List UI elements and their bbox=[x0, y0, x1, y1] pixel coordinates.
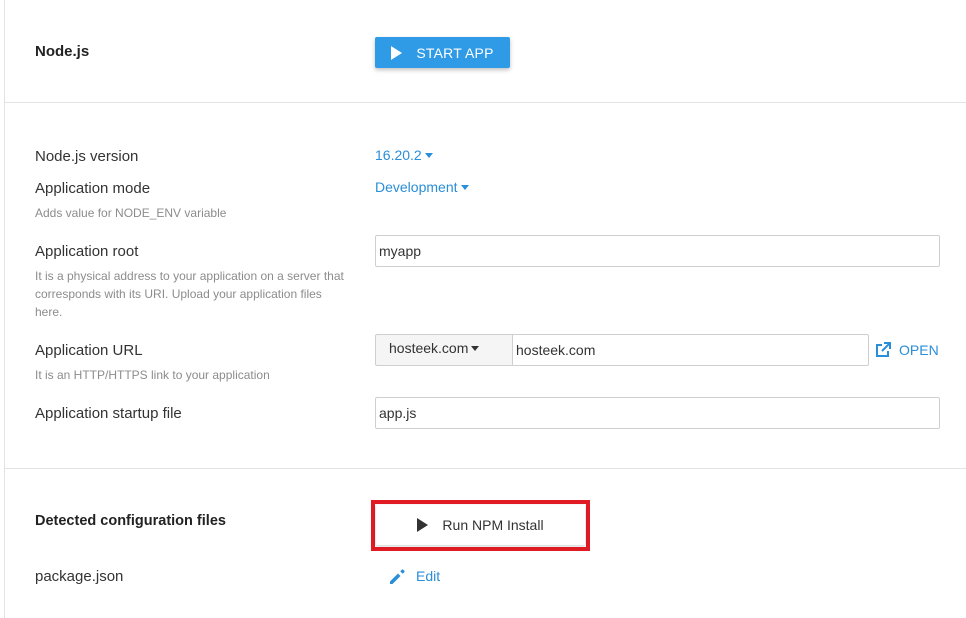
version-dropdown[interactable]: 16.20.2 bbox=[375, 147, 433, 163]
domain-dropdown[interactable]: hosteek.com bbox=[375, 334, 513, 366]
version-value: 16.20.2 bbox=[375, 147, 422, 163]
section-divider bbox=[4, 102, 966, 103]
root-hint: It is a physical address to your applica… bbox=[35, 269, 344, 319]
mode-hint: Adds value for NODE_ENV variable bbox=[35, 206, 227, 220]
play-icon bbox=[391, 45, 403, 60]
root-input[interactable]: myapp bbox=[375, 235, 940, 267]
config-file-name: package.json bbox=[35, 568, 124, 585]
play-icon bbox=[417, 518, 429, 532]
url-input[interactable]: hosteek.com bbox=[512, 334, 869, 366]
startup-input-value: app.js bbox=[379, 405, 417, 421]
chevron-down-icon bbox=[460, 184, 469, 190]
chevron-down-icon bbox=[424, 152, 433, 158]
chevron-down-icon bbox=[471, 345, 480, 351]
edit-label: Edit bbox=[416, 568, 441, 584]
section-divider bbox=[4, 468, 966, 469]
url-label: Application URL bbox=[35, 342, 143, 359]
mode-value: Development bbox=[375, 179, 458, 195]
mode-label: Application mode bbox=[35, 180, 151, 197]
url-input-value: hosteek.com bbox=[516, 342, 596, 358]
pencil-icon bbox=[390, 569, 405, 584]
open-label: OPEN bbox=[899, 342, 939, 358]
start-app-label: START APP bbox=[416, 44, 494, 61]
page-title: Node.js bbox=[35, 43, 90, 60]
start-app-button[interactable]: START APP bbox=[375, 37, 510, 68]
version-label: Node.js version bbox=[35, 148, 139, 165]
external-link-icon bbox=[876, 342, 891, 357]
domain-value: hosteek.com bbox=[389, 340, 469, 356]
run-npm-install-button[interactable]: Run NPM Install bbox=[376, 505, 585, 545]
mode-dropdown[interactable]: Development bbox=[375, 179, 469, 195]
run-npm-install-label: Run NPM Install bbox=[442, 517, 544, 533]
edit-config-link[interactable]: Edit bbox=[388, 566, 440, 586]
root-input-value: myapp bbox=[379, 243, 422, 259]
open-url-link[interactable]: OPEN bbox=[874, 341, 939, 359]
startup-label: Application startup file bbox=[35, 405, 182, 422]
root-label: Application root bbox=[35, 243, 139, 260]
config-section-title: Detected configuration files bbox=[35, 513, 226, 529]
url-hint: It is an HTTP/HTTPS link to your applica… bbox=[35, 368, 270, 382]
startup-input[interactable]: app.js bbox=[375, 397, 940, 429]
